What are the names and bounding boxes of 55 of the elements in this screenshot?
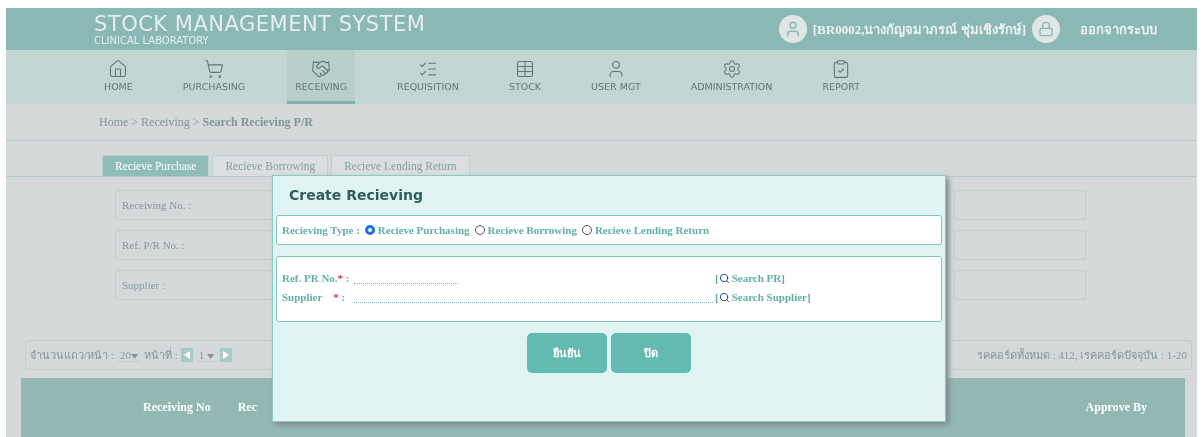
- rows-select[interactable]: 20: [116, 348, 141, 362]
- radio-option[interactable]: Recieve Purchasing: [364, 224, 470, 236]
- user-name: [BR0002,นางกัญจมาภรณ์ ชุ่มเชิงรักษ์]: [812, 20, 1026, 40]
- caret-icon: [206, 353, 214, 359]
- nav-item[interactable]: HOME: [96, 50, 141, 104]
- field-label: Supplier * :: [282, 291, 347, 303]
- confirm-button[interactable]: ยืนยัน: [527, 333, 607, 373]
- close-button[interactable]: ปิด: [611, 333, 691, 373]
- search-icon: [718, 291, 730, 303]
- rows-label: จำนวนแถว/หน้า :: [30, 348, 114, 363]
- radio-icon[interactable]: [364, 225, 375, 235]
- page-select[interactable]: 1: [195, 348, 217, 362]
- dialog-title: Create Recieving: [288, 186, 424, 205]
- radio-option[interactable]: Recieve Lending Return: [581, 224, 710, 236]
- tab[interactable]: Recieve Purchase: [102, 155, 210, 176]
- cart-icon: [204, 59, 224, 79]
- app-subtitle: CLINICAL LABORATORY: [94, 34, 210, 46]
- search-icon: [718, 272, 730, 284]
- radio-icon[interactable]: [474, 225, 485, 235]
- nav-item[interactable]: PURCHASING: [174, 50, 254, 104]
- previous-button[interactable]: [180, 348, 193, 362]
- nav-item[interactable]: STOCK: [500, 50, 550, 104]
- bracket: [: [715, 291, 719, 303]
- app-title: STOCK MANAGEMENT SYSTEM: [94, 12, 426, 35]
- page-label: หน้าที่ :: [143, 346, 178, 363]
- search-link[interactable]: Search Supplier]: [718, 291, 811, 303]
- nav-item[interactable]: REPORT: [814, 50, 868, 104]
- logout-link[interactable]: ออกจากระบบ: [1080, 18, 1157, 40]
- grid-icon: [515, 59, 535, 79]
- column-header: Approve By: [1085, 400, 1147, 415]
- nav-item[interactable]: ADMINISTRATION: [682, 50, 781, 104]
- tab[interactable]: Recieve Borrowing: [212, 155, 329, 176]
- user-icon: [778, 15, 807, 43]
- nav-item[interactable]: RECEIVING: [287, 50, 356, 104]
- column-header: Receiving No: [143, 400, 211, 415]
- handshake-icon: [311, 59, 332, 79]
- field-label: Ref. PR No.* :: [282, 272, 351, 284]
- left-arrow-icon: [183, 351, 190, 359]
- breadcrumb: Home > Receiving > Search Recieving P/R: [99, 114, 313, 130]
- type-label: Recieving Type :: [282, 224, 360, 236]
- right-arrow-icon: [222, 351, 229, 359]
- nav-item[interactable]: USER MGT: [583, 50, 649, 104]
- house-icon: [108, 59, 129, 79]
- column-header: Rec: [237, 400, 257, 415]
- records-summary: รคคอร์ดทั้งหมด : 412, เรคคอร์ดปัจจุบัน : 1-20: [976, 347, 1187, 364]
- gear-icon: [721, 59, 742, 79]
- radio-option[interactable]: Recieve Borrowing: [474, 224, 577, 236]
- bracket: [: [715, 272, 719, 284]
- tab[interactable]: Recieve Lending Return: [331, 155, 470, 176]
- nav-item[interactable]: REQUISITION: [389, 50, 467, 104]
- lock-icon: [1032, 15, 1060, 43]
- radio-icon[interactable]: [581, 225, 592, 235]
- search-link[interactable]: Search PR]: [718, 272, 785, 284]
- caret-icon: [130, 353, 138, 359]
- next-button[interactable]: [219, 348, 232, 362]
